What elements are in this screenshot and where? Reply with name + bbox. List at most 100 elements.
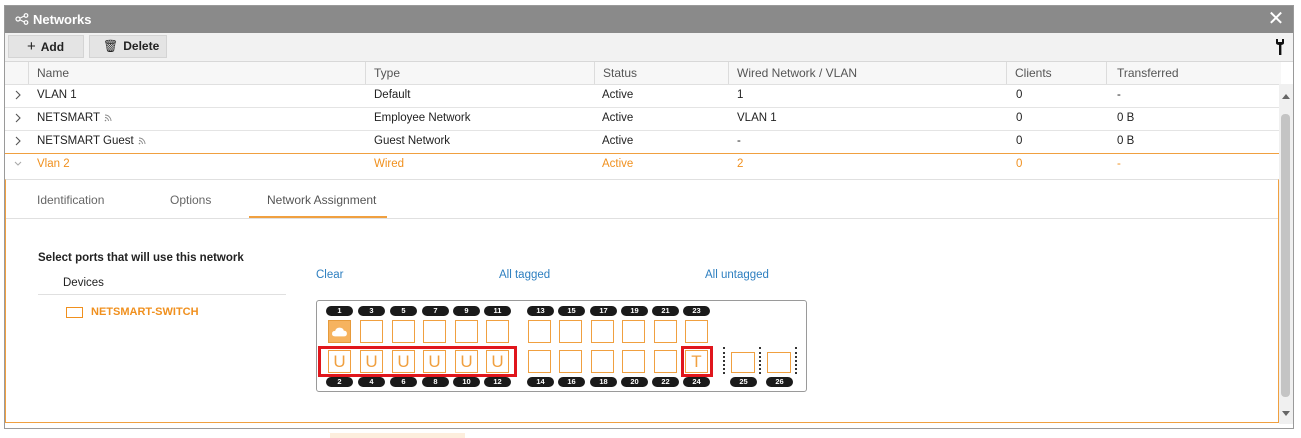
- scroll-up-icon[interactable]: [1282, 94, 1290, 99]
- clear-link[interactable]: Clear: [316, 269, 343, 281]
- port-16[interactable]: [559, 350, 582, 373]
- port-label: 24: [683, 377, 710, 387]
- row-type: Employee Network: [374, 112, 471, 124]
- port-label: 5: [390, 306, 417, 316]
- port-3[interactable]: [360, 320, 383, 343]
- device-name: NETSMART-SWITCH: [91, 306, 199, 318]
- row-name: Vlan 2: [37, 158, 70, 170]
- sfp-separator: [723, 347, 727, 374]
- scrollbar-thumb[interactable]: [1281, 114, 1290, 397]
- port-19[interactable]: [622, 320, 645, 343]
- chevron-right-icon[interactable]: [13, 112, 23, 124]
- row-wired-network: 2: [737, 158, 744, 170]
- row-transferred: 0 B: [1117, 135, 1135, 147]
- cloud-icon: [332, 327, 347, 337]
- column-header-transferred[interactable]: Transferred: [1117, 66, 1179, 80]
- port-label: 16: [558, 377, 585, 387]
- active-tab-indicator: [249, 216, 387, 218]
- port-label: 12: [484, 377, 511, 387]
- port-label: 13: [527, 306, 554, 316]
- row-name: NETSMART Guest: [37, 135, 134, 147]
- port-26[interactable]: [767, 352, 791, 373]
- column-header-clients[interactable]: Clients: [1015, 66, 1052, 80]
- all-tagged-link[interactable]: All tagged: [499, 269, 550, 281]
- port-11[interactable]: [486, 320, 509, 343]
- port-9[interactable]: [455, 320, 478, 343]
- column-header-type[interactable]: Type: [374, 66, 400, 80]
- table-row-selected[interactable]: Vlan 2 Wired Active 2 0 -: [5, 153, 1279, 176]
- plus-icon: +: [27, 38, 36, 55]
- port-22[interactable]: [654, 350, 677, 373]
- port-13[interactable]: [528, 320, 551, 343]
- close-icon[interactable]: ✕: [1267, 9, 1285, 29]
- row-status: Active: [602, 89, 634, 101]
- row-wired-network: -: [737, 135, 741, 147]
- row-status: Active: [602, 112, 634, 124]
- column-header-status[interactable]: Status: [603, 66, 637, 80]
- port-15[interactable]: [559, 320, 582, 343]
- chevron-right-icon[interactable]: [13, 89, 23, 101]
- row-clients: 0: [1016, 135, 1023, 147]
- port-label: 3: [358, 306, 385, 316]
- port-17[interactable]: [591, 320, 614, 343]
- port-14[interactable]: [528, 350, 551, 373]
- port-label: 25: [730, 377, 757, 387]
- port-label: 22: [652, 377, 679, 387]
- port-5[interactable]: [392, 320, 415, 343]
- network-icon: [15, 13, 29, 25]
- row-status: Active: [602, 135, 634, 147]
- wrench-icon[interactable]: [1275, 38, 1285, 56]
- port-label: 26: [766, 377, 793, 387]
- row-type: Default: [374, 89, 411, 101]
- bottom-accent: [330, 433, 465, 438]
- port-label: 10: [453, 377, 480, 387]
- port-label: 23: [683, 306, 710, 316]
- row-name: VLAN 1: [37, 89, 77, 101]
- row-wired-network: 1: [737, 89, 744, 101]
- row-transferred: -: [1117, 89, 1121, 101]
- port-label: 19: [621, 306, 648, 316]
- window-title: Networks: [33, 12, 92, 27]
- delete-button[interactable]: 🗑 Delete: [89, 35, 167, 58]
- port-label: 17: [590, 306, 617, 316]
- column-header-name[interactable]: Name: [37, 66, 69, 80]
- untagged-ports-highlight: [318, 346, 517, 377]
- wifi-icon: [104, 114, 112, 122]
- devices-header: Devices: [63, 277, 104, 289]
- port-23[interactable]: [685, 320, 708, 343]
- port-label: 4: [358, 377, 385, 387]
- tab-network-assignment[interactable]: Network Assignment: [267, 193, 376, 207]
- port-label: 7: [422, 306, 449, 316]
- column-header-wired-network[interactable]: Wired Network / VLAN: [737, 66, 857, 80]
- tab-options[interactable]: Options: [170, 193, 211, 207]
- port-label: 21: [652, 306, 679, 316]
- chevron-down-icon[interactable]: [13, 158, 23, 170]
- wifi-icon: [138, 137, 146, 145]
- add-button-label: Add: [40, 40, 65, 54]
- chevron-right-icon[interactable]: [13, 135, 23, 147]
- add-button[interactable]: + Add: [8, 35, 84, 58]
- port-label: 9: [453, 306, 480, 316]
- port-7[interactable]: [423, 320, 446, 343]
- scroll-down-icon[interactable]: [1282, 411, 1290, 416]
- port-20[interactable]: [622, 350, 645, 373]
- row-clients: 0: [1016, 89, 1023, 101]
- vertical-scrollbar[interactable]: [1279, 84, 1293, 424]
- port-18[interactable]: [591, 350, 614, 373]
- table-row[interactable]: NETSMART Guest Guest Network Active - 0 …: [5, 131, 1279, 154]
- port-21[interactable]: [654, 320, 677, 343]
- row-type: Wired: [374, 158, 405, 170]
- tab-identification[interactable]: Identification: [37, 193, 104, 207]
- toolbar: + Add 🗑 Delete: [5, 33, 1293, 62]
- all-untagged-link[interactable]: All untagged: [705, 269, 769, 281]
- table-row[interactable]: NETSMART Employee Network Active VLAN 1 …: [5, 108, 1279, 131]
- assignment-instruction: Select ports that will use this network: [38, 252, 244, 264]
- port-1[interactable]: [328, 320, 351, 343]
- device-item[interactable]: NETSMART-SWITCH: [66, 306, 199, 318]
- row-type: Guest Network: [374, 135, 451, 147]
- port-25[interactable]: [731, 352, 755, 373]
- table-row[interactable]: VLAN 1 Default Active 1 0 -: [5, 85, 1279, 108]
- switch-port-panel: 1 3 5 7 9 11 13 15 17 19 21 23 U U U U U…: [316, 300, 807, 392]
- row-transferred: 0 B: [1117, 112, 1135, 124]
- networks-window: Networks ✕ + Add 🗑 Delete Name Type Status…: [4, 5, 1294, 429]
